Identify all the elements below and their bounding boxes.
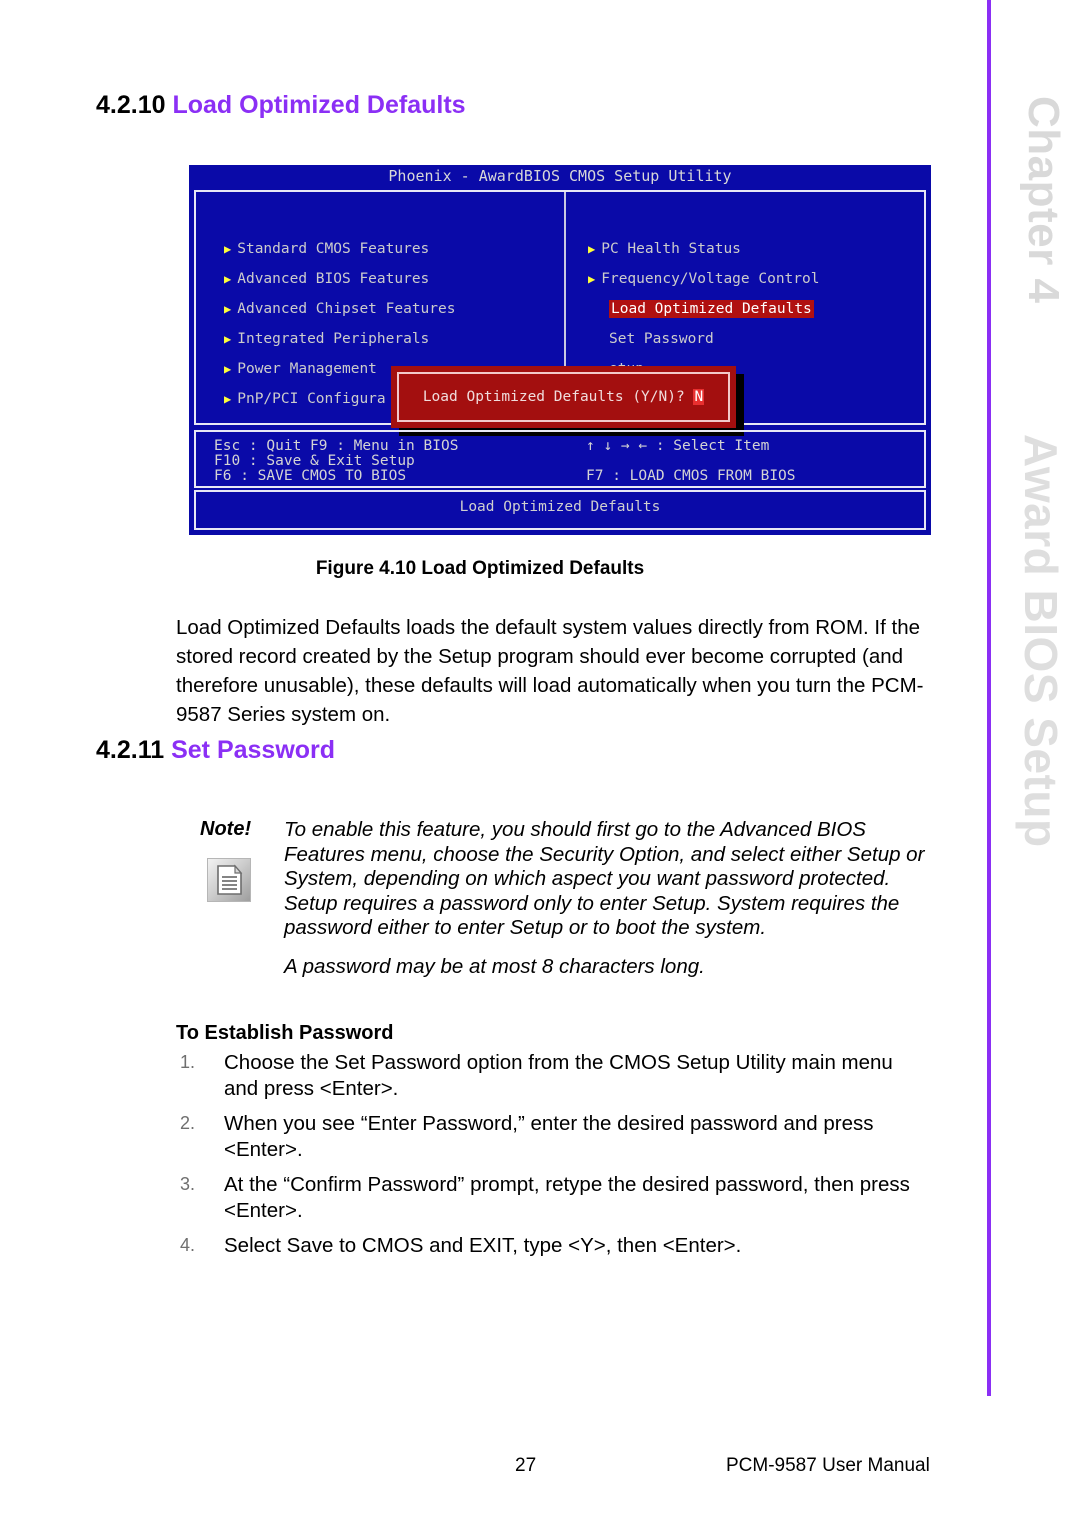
bios-menu-label: Power Management	[237, 361, 377, 377]
step-text: At the “Confirm Password” prompt, retype…	[224, 1173, 910, 1222]
note-paragraph-2: A password may be at most 8 characters l…	[284, 954, 705, 978]
bios-menu-item[interactable]: ▶ Standard CMOS Features	[224, 234, 455, 264]
bios-menu-label: Advanced BIOS Features	[237, 271, 430, 287]
triangle-right-icon: ▶	[224, 332, 232, 346]
bios-screenshot: Phoenix - AwardBIOS CMOS Setup Utility ▶…	[186, 162, 934, 538]
bios-hint-f10: F10 : Save & Exit Setup	[214, 453, 415, 469]
list-item: 2. When you see “Enter Password,” enter …	[176, 1111, 928, 1162]
establish-password-steps: 1. Choose the Set Password option from t…	[176, 1050, 928, 1269]
bios-menu-label: Load Optimized Defaults	[609, 300, 814, 318]
bios-menu-label: PC Health Status	[601, 241, 741, 257]
dialog-answer-cursor[interactable]: N	[693, 389, 705, 405]
bios-status-bar: Load Optimized Defaults	[194, 490, 926, 530]
bios-title-bar: Phoenix - AwardBIOS CMOS Setup Utility	[388, 167, 732, 185]
bios-menu-item[interactable]: ▶ Advanced Chipset Features	[224, 294, 455, 324]
step-number: 3.	[180, 1174, 196, 1194]
triangle-right-icon: ▶	[224, 362, 232, 376]
triangle-right-icon: ▶	[224, 302, 232, 316]
subheading-establish-password: To Establish Password	[176, 1022, 394, 1044]
bios-hint-f6: F6 : SAVE CMOS TO BIOS	[214, 468, 407, 484]
triangle-right-icon: ▶	[588, 272, 596, 286]
section-heading-load-defaults: 4.2.10 Load Optimized Defaults	[96, 91, 466, 120]
triangle-right-icon: ▶	[588, 242, 596, 256]
step-text: Choose the Set Password option from the …	[224, 1051, 893, 1100]
bios-hint-esc-f9: Esc : Quit F9 : Menu in BIOS	[214, 438, 459, 454]
step-number: 1.	[180, 1052, 196, 1072]
footer-page-number: 27	[515, 1455, 537, 1476]
bios-hint-f7: F7 : LOAD CMOS FROM BIOS	[586, 468, 796, 484]
bios-menu-item[interactable]: ▶ Advanced BIOS Features	[224, 264, 455, 294]
chapter-title: Award BIOS Setup	[1015, 434, 1067, 848]
bios-menu-label: PnP/PCI Configura	[237, 391, 386, 407]
document-icon	[207, 858, 251, 902]
bios-menu-label: Standard CMOS Features	[237, 241, 430, 257]
dialog-prompt: Load Optimized Defaults (Y/N)?	[422, 389, 685, 405]
chapter-accent-rule	[987, 0, 991, 1396]
chapter-number: Chapter 4	[1019, 96, 1068, 304]
section-heading-set-password: 4.2.11 Set Password	[96, 736, 335, 765]
bios-menu-label: Set Password	[609, 331, 714, 347]
triangle-right-icon: ▶	[224, 392, 232, 406]
load-defaults-paragraph: Load Optimized Defaults loads the defaul…	[176, 616, 924, 726]
list-item: 3. At the “Confirm Password” prompt, ret…	[176, 1172, 928, 1223]
triangle-right-icon: ▶	[224, 242, 232, 256]
bios-menu-label: Integrated Peripherals	[237, 331, 430, 347]
bios-menu-label: Frequency/Voltage Control	[601, 271, 820, 287]
bios-menu-item[interactable]: ▶ Frequency/Voltage Control	[588, 264, 819, 294]
bios-menu-item-set-password[interactable]: Set Password	[588, 324, 819, 354]
bios-menu-panel: ▶ Standard CMOS Features ▶ Advanced BIOS F…	[194, 190, 926, 436]
step-number: 4.	[180, 1235, 196, 1255]
note-paragraph-1: To enable this feature, you should first…	[284, 818, 925, 940]
step-text: Select Save to CMOS and EXIT, type <Y>, …	[224, 1234, 742, 1257]
section-number: 4.2.11	[96, 736, 165, 764]
step-text: When you see “Enter Password,” enter the…	[224, 1112, 874, 1161]
bios-menu-item[interactable]: ▶ PC Health Status	[588, 234, 819, 264]
load-defaults-confirm-dialog: Load Optimized Defaults (Y/N)? N	[391, 366, 736, 428]
bios-hint-select-item: ↑ ↓ → ← : Select Item	[586, 438, 770, 454]
figure-caption: Figure 4.10 Load Optimized Defaults	[315, 558, 645, 579]
section-title: Load Optimized Defaults	[172, 91, 466, 119]
chapter-rail: Chapter 4 Award BIOS Setup	[996, 0, 1080, 1400]
section-title: Set Password	[171, 736, 336, 764]
bios-menu-item[interactable]: ▶ Integrated Peripherals	[224, 324, 455, 354]
note-label: Note!	[200, 818, 252, 840]
bios-menu-label: Advanced Chipset Features	[237, 301, 456, 317]
bios-menu-item-load-optimized-defaults[interactable]: Load Optimized Defaults	[588, 294, 819, 324]
triangle-right-icon: ▶	[224, 272, 232, 286]
note-text: To enable this feature, you should first…	[284, 818, 930, 980]
step-number: 2.	[180, 1113, 196, 1133]
footer-manual-title: PCM-9587 User Manual	[726, 1455, 930, 1476]
list-item: 1. Choose the Set Password option from t…	[176, 1050, 928, 1101]
dialog-inner-frame: Load Optimized Defaults (Y/N)? N	[397, 372, 730, 422]
section-number: 4.2.10	[96, 91, 166, 119]
bios-hint-panel: Esc : Quit F9 : Menu in BIOS ↑ ↓ → ← : S…	[194, 430, 926, 488]
list-item: 4. Select Save to CMOS and EXIT, type <Y…	[176, 1233, 928, 1259]
